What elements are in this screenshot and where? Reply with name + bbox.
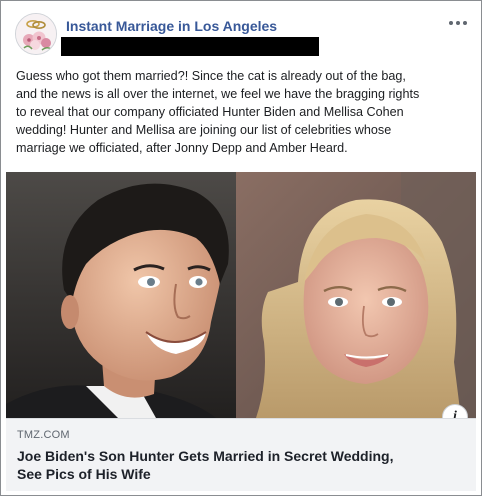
post-message-line: and the news is all over the internet, w…: [16, 87, 420, 101]
link-headline-line: Joe Biden's Son Hunter Gets Married in S…: [17, 448, 394, 464]
page-name-link[interactable]: Instant Marriage in Los Angeles: [66, 18, 277, 34]
page-avatar[interactable]: [15, 13, 57, 55]
link-domain: TMZ.COM: [17, 429, 70, 441]
post-message: Guess who got them married?! Since the c…: [16, 67, 468, 157]
post-message-line: Guess who got them married?! Since the c…: [16, 69, 406, 83]
post-header: Instant Marriage in Los Angeles: [15, 13, 469, 59]
link-headline-line: See Pics of His Wife: [17, 466, 151, 482]
post-message-line: to reveal that our company officiated Hu…: [16, 105, 404, 119]
link-preview-footer[interactable]: TMZ.COM Joe Biden's Son Hunter Gets Marr…: [6, 418, 476, 491]
more-options-button[interactable]: [445, 13, 471, 33]
post-message-line: wedding! Hunter and Mellisa are joining …: [16, 123, 392, 137]
more-options-dots-icon: [449, 21, 467, 25]
couple-photo: [6, 172, 476, 418]
wedding-flowers-rings-avatar-icon: [16, 14, 56, 54]
facebook-post-card: Instant Marriage in Los Angeles Guess wh…: [0, 0, 482, 496]
link-preview-image[interactable]: [6, 172, 476, 418]
post-message-line: marriage we officiated, after Jonny Depp…: [16, 141, 348, 155]
redacted-timestamp: [61, 37, 319, 56]
link-headline[interactable]: Joe Biden's Son Hunter Gets Married in S…: [17, 447, 465, 483]
